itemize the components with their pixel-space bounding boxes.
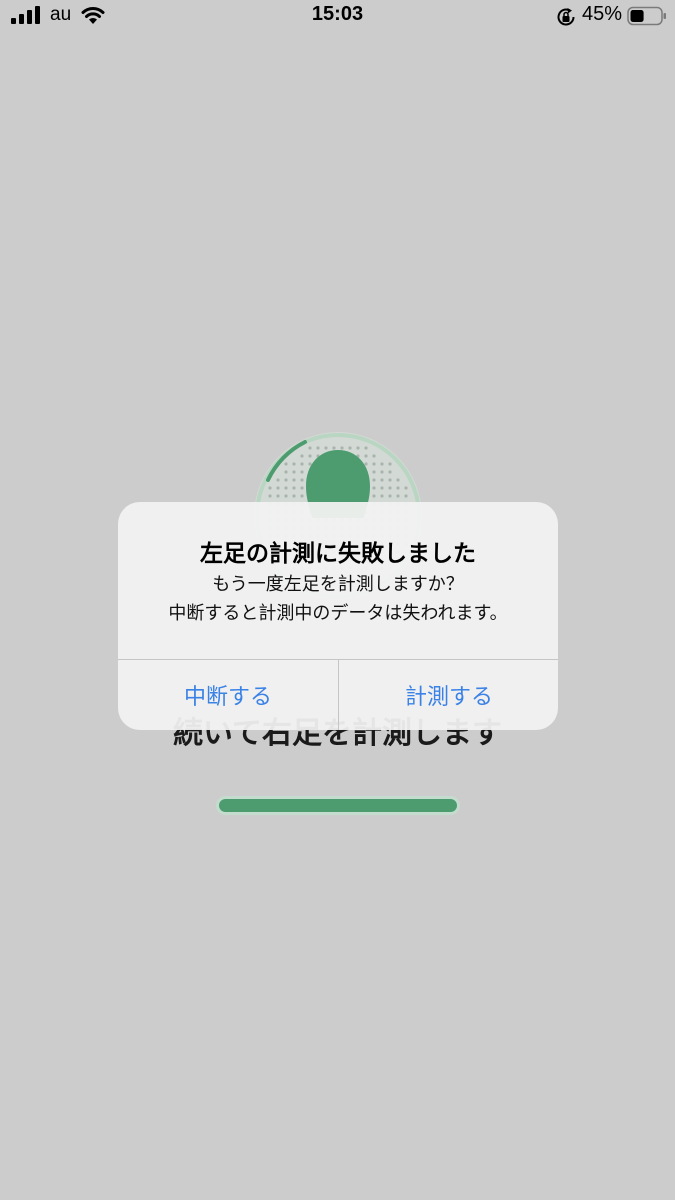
scan-dot — [372, 462, 376, 466]
scan-dot — [268, 486, 272, 490]
scan-dot — [276, 486, 280, 490]
scan-dot — [276, 494, 280, 498]
scan-dot — [372, 454, 376, 458]
measurement-failed-alert: 左足の計測に失敗しました もう一度左足を計測しますか？ 中断すると計測中のデータ… — [118, 502, 558, 730]
progress-fill — [219, 799, 457, 812]
scan-dot — [284, 494, 288, 498]
scan-dot — [292, 478, 296, 482]
scan-dot — [300, 454, 304, 458]
scan-dot — [396, 486, 400, 490]
scan-dot — [284, 470, 288, 474]
scan-dot — [300, 462, 304, 466]
scan-dot — [332, 446, 336, 450]
scan-dot — [372, 494, 376, 498]
scan-dot — [340, 446, 344, 450]
battery-icon — [627, 6, 666, 26]
alert-title: 左足の計測に失敗しました — [200, 541, 476, 567]
battery-percent: 45% — [582, 3, 623, 25]
scan-dot — [388, 478, 392, 482]
scan-dot — [292, 494, 296, 498]
scan-dot — [388, 470, 392, 474]
scan-dot — [324, 446, 328, 450]
alert-message: もう一度左足を計測しますか？ 中断すると計測中のデータは失われます。 — [128, 570, 548, 628]
scan-dot — [268, 494, 272, 498]
scan-dot — [308, 454, 312, 458]
scan-dot — [300, 486, 304, 490]
scan-dot — [364, 462, 368, 466]
status-bar: au 15:03 45% — [0, 0, 675, 36]
scan-dot — [356, 446, 360, 450]
scan-dot — [348, 446, 352, 450]
scan-dot — [396, 494, 400, 498]
scan-dot — [300, 478, 304, 482]
scan-dot — [292, 470, 296, 474]
scan-dot — [404, 494, 408, 498]
scan-dot — [388, 494, 392, 498]
scan-dot — [364, 446, 368, 450]
scan-dot — [404, 486, 408, 490]
measure-progress-bar — [216, 796, 460, 815]
scan-dot — [308, 462, 312, 466]
scan-dot — [284, 478, 288, 482]
remeasure-button[interactable]: 計測する — [339, 660, 558, 730]
scan-dot — [284, 486, 288, 490]
scan-dot — [396, 478, 400, 482]
scan-dot — [292, 462, 296, 466]
scan-dot — [292, 486, 296, 490]
scan-dot — [388, 486, 392, 490]
alert-message-line-1: もう一度左足を計測しますか？ — [212, 574, 464, 595]
scan-dot — [300, 470, 304, 474]
scan-dot — [380, 494, 384, 498]
scan-dot — [380, 462, 384, 466]
scan-dot — [300, 494, 304, 498]
alert-message-line-2: 中断すると計測中のデータは失われます。 — [168, 603, 508, 624]
scan-dot — [364, 454, 368, 458]
scan-dot — [372, 478, 376, 482]
scan-dot — [380, 486, 384, 490]
scan-dot — [372, 470, 376, 474]
scan-dot — [388, 462, 392, 466]
scan-dot — [316, 446, 320, 450]
cancel-button[interactable]: 中断する — [118, 660, 338, 730]
scan-dot — [284, 462, 288, 466]
rotation-lock-icon — [557, 8, 575, 26]
scan-dot — [380, 470, 384, 474]
scan-dot — [276, 478, 280, 482]
scan-dot — [372, 486, 376, 490]
scan-dot — [380, 478, 384, 482]
scan-dot — [308, 446, 312, 450]
